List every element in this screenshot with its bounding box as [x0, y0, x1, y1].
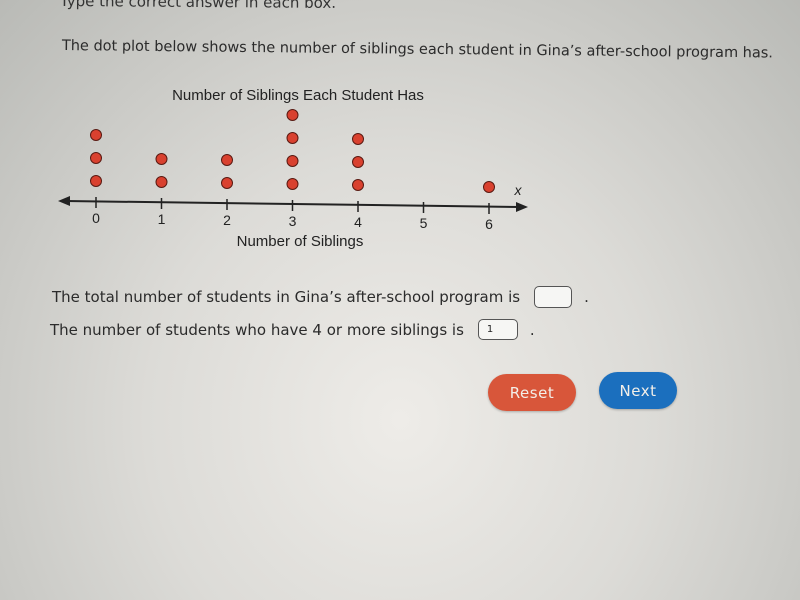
tick-label: 0 — [92, 210, 100, 226]
axis-right-arrow — [516, 202, 528, 212]
data-dot — [286, 155, 299, 167]
data-dot — [90, 175, 102, 187]
next-button[interactable]: Next — [599, 372, 677, 409]
data-dot — [352, 179, 364, 191]
tick-label: 2 — [223, 212, 231, 228]
tick-label: 6 — [485, 216, 493, 232]
axis-variable-label: x — [514, 182, 523, 198]
question-text: The total number of students in Gina’s a… — [52, 288, 521, 306]
dots-layer — [90, 109, 495, 193]
question-four-or-more: The number of students who have 4 or mor… — [50, 319, 535, 340]
data-dot — [483, 181, 495, 193]
axis-left-arrow — [58, 196, 70, 206]
question-text: The number of students who have 4 or mor… — [50, 320, 464, 339]
data-dot — [221, 177, 233, 189]
data-dot — [286, 132, 299, 144]
question-total-students: The total number of students in Gina’s a… — [52, 286, 589, 308]
chart-title: Number of Siblings Each Student Has — [172, 87, 424, 104]
data-dot — [155, 153, 168, 165]
question-suffix: . — [584, 288, 589, 306]
data-dot — [286, 109, 299, 121]
data-dot — [352, 133, 364, 145]
reset-button[interactable]: Reset — [488, 374, 576, 411]
data-dot — [155, 176, 168, 188]
x-axis-label: Number of Siblings — [237, 233, 364, 250]
tick-label: 1 — [158, 211, 166, 227]
data-dot — [90, 152, 102, 164]
data-dot — [221, 154, 233, 166]
four-or-more-input[interactable] — [477, 319, 518, 340]
data-dot — [352, 156, 364, 168]
dot-plot-chart: Number of Siblings Each Student Has 0 1 2 3… — [58, 87, 528, 250]
question-suffix: . — [529, 320, 535, 339]
data-dot — [90, 129, 102, 141]
tick-label: 3 — [289, 213, 297, 229]
tick-label: 5 — [420, 215, 428, 231]
tick-label: 4 — [354, 214, 362, 230]
data-dot — [286, 178, 299, 190]
total-students-input[interactable] — [534, 286, 573, 308]
